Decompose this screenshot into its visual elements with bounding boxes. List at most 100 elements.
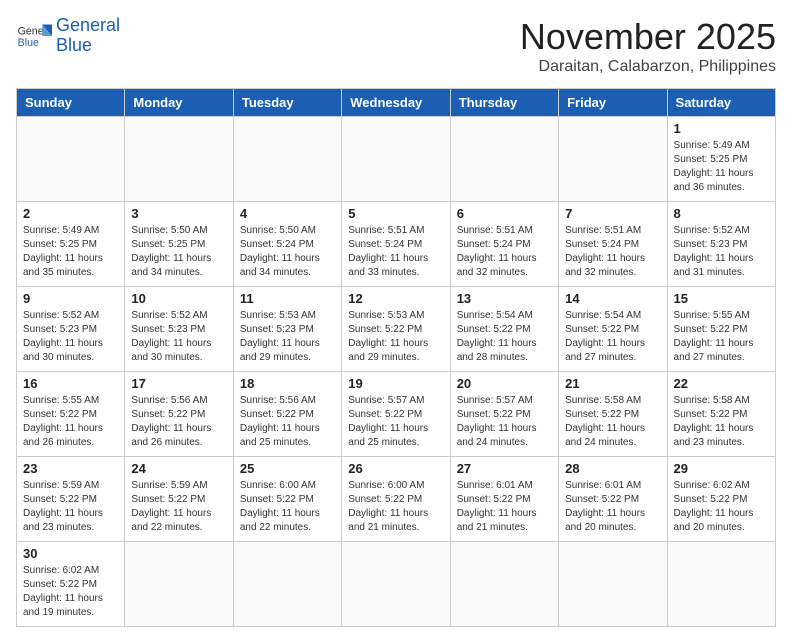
calendar-table: SundayMondayTuesdayWednesdayThursdayFrid… xyxy=(16,88,776,627)
day-number: 14 xyxy=(565,291,660,306)
weekday-header-row: SundayMondayTuesdayWednesdayThursdayFrid… xyxy=(17,89,776,117)
day-number: 5 xyxy=(348,206,443,221)
day-info: Sunrise: 5:50 AM Sunset: 5:24 PM Dayligh… xyxy=(240,224,335,280)
svg-text:Blue: Blue xyxy=(18,37,39,49)
logo-text: GeneralBlue xyxy=(56,16,120,56)
month-title: November 2025 xyxy=(520,16,776,58)
calendar-cell: 24 Sunrise: 5:59 AM Sunset: 5:22 PM Dayli… xyxy=(125,457,233,542)
calendar-cell: 19 Sunrise: 5:57 AM Sunset: 5:22 PM Dayli… xyxy=(342,372,450,457)
day-info: Sunrise: 5:54 AM Sunset: 5:22 PM Dayligh… xyxy=(565,309,660,365)
day-info: Sunrise: 5:58 AM Sunset: 5:22 PM Dayligh… xyxy=(674,394,769,450)
weekday-header-wednesday: Wednesday xyxy=(342,89,450,117)
day-number: 10 xyxy=(131,291,226,306)
calendar-cell xyxy=(667,542,775,627)
day-info: Sunrise: 5:53 AM Sunset: 5:23 PM Dayligh… xyxy=(240,309,335,365)
weekday-header-saturday: Saturday xyxy=(667,89,775,117)
logo: General Blue GeneralBlue xyxy=(16,16,120,56)
day-number: 28 xyxy=(565,461,660,476)
week-row-5: 23 Sunrise: 5:59 AM Sunset: 5:22 PM Dayli… xyxy=(17,457,776,542)
day-number: 6 xyxy=(457,206,552,221)
calendar-cell: 28 Sunrise: 6:01 AM Sunset: 5:22 PM Dayli… xyxy=(559,457,667,542)
weekday-header-sunday: Sunday xyxy=(17,89,125,117)
day-number: 21 xyxy=(565,376,660,391)
day-number: 23 xyxy=(23,461,118,476)
title-section: November 2025 Daraitan, Calabarzon, Phil… xyxy=(520,16,776,76)
day-info: Sunrise: 5:50 AM Sunset: 5:25 PM Dayligh… xyxy=(131,224,226,280)
day-info: Sunrise: 6:00 AM Sunset: 5:22 PM Dayligh… xyxy=(348,479,443,535)
day-info: Sunrise: 5:58 AM Sunset: 5:22 PM Dayligh… xyxy=(565,394,660,450)
day-number: 30 xyxy=(23,546,118,561)
day-number: 11 xyxy=(240,291,335,306)
calendar-cell: 2Sunrise: 5:49 AM Sunset: 5:25 PM Daylig… xyxy=(17,202,125,287)
calendar-cell xyxy=(450,542,558,627)
day-number: 3 xyxy=(131,206,226,221)
day-number: 27 xyxy=(457,461,552,476)
calendar-cell xyxy=(125,542,233,627)
day-info: Sunrise: 5:57 AM Sunset: 5:22 PM Dayligh… xyxy=(457,394,552,450)
calendar-cell: 10 Sunrise: 5:52 AM Sunset: 5:23 PM Dayli… xyxy=(125,287,233,372)
day-info: Sunrise: 5:59 AM Sunset: 5:22 PM Dayligh… xyxy=(23,479,118,535)
weekday-header-thursday: Thursday xyxy=(450,89,558,117)
week-row-4: 16 Sunrise: 5:55 AM Sunset: 5:22 PM Dayli… xyxy=(17,372,776,457)
week-row-6: 30Sunrise: 6:02 AM Sunset: 5:22 PM Dayli… xyxy=(17,542,776,627)
calendar-cell xyxy=(559,542,667,627)
calendar-cell: 22 Sunrise: 5:58 AM Sunset: 5:22 PM Dayli… xyxy=(667,372,775,457)
calendar-cell: 16 Sunrise: 5:55 AM Sunset: 5:22 PM Dayli… xyxy=(17,372,125,457)
calendar-cell: 3 Sunrise: 5:50 AM Sunset: 5:25 PM Daylig… xyxy=(125,202,233,287)
day-info: Sunrise: 5:54 AM Sunset: 5:22 PM Dayligh… xyxy=(457,309,552,365)
day-number: 4 xyxy=(240,206,335,221)
day-info: Sunrise: 5:52 AM Sunset: 5:23 PM Dayligh… xyxy=(674,224,769,280)
day-number: 22 xyxy=(674,376,769,391)
calendar-cell xyxy=(450,117,558,202)
calendar-cell: 8Sunrise: 5:52 AM Sunset: 5:23 PM Daylig… xyxy=(667,202,775,287)
week-row-1: 1Sunrise: 5:49 AM Sunset: 5:25 PM Daylig… xyxy=(17,117,776,202)
day-number: 18 xyxy=(240,376,335,391)
calendar-cell: 17Sunrise: 5:56 AM Sunset: 5:22 PM Dayli… xyxy=(125,372,233,457)
calendar-cell: 5 Sunrise: 5:51 AM Sunset: 5:24 PM Daylig… xyxy=(342,202,450,287)
header: General Blue GeneralBlue November 2025 D… xyxy=(16,16,776,76)
calendar-cell: 20 Sunrise: 5:57 AM Sunset: 5:22 PM Dayli… xyxy=(450,372,558,457)
day-info: Sunrise: 5:59 AM Sunset: 5:22 PM Dayligh… xyxy=(131,479,226,535)
logo-icon: General Blue xyxy=(16,18,52,54)
day-number: 12 xyxy=(348,291,443,306)
day-number: 1 xyxy=(674,121,769,136)
calendar-cell: 14 Sunrise: 5:54 AM Sunset: 5:22 PM Dayli… xyxy=(559,287,667,372)
day-info: Sunrise: 6:01 AM Sunset: 5:22 PM Dayligh… xyxy=(565,479,660,535)
calendar-cell xyxy=(17,117,125,202)
day-info: Sunrise: 5:56 AM Sunset: 5:22 PM Dayligh… xyxy=(240,394,335,450)
calendar-cell: 29Sunrise: 6:02 AM Sunset: 5:22 PM Dayli… xyxy=(667,457,775,542)
day-info: Sunrise: 5:52 AM Sunset: 5:23 PM Dayligh… xyxy=(131,309,226,365)
calendar-cell: 7Sunrise: 5:51 AM Sunset: 5:24 PM Daylig… xyxy=(559,202,667,287)
day-info: Sunrise: 6:02 AM Sunset: 5:22 PM Dayligh… xyxy=(674,479,769,535)
weekday-header-friday: Friday xyxy=(559,89,667,117)
calendar-cell xyxy=(559,117,667,202)
day-info: Sunrise: 5:57 AM Sunset: 5:22 PM Dayligh… xyxy=(348,394,443,450)
day-info: Sunrise: 5:51 AM Sunset: 5:24 PM Dayligh… xyxy=(457,224,552,280)
day-info: Sunrise: 5:51 AM Sunset: 5:24 PM Dayligh… xyxy=(348,224,443,280)
day-number: 19 xyxy=(348,376,443,391)
calendar-cell: 18 Sunrise: 5:56 AM Sunset: 5:22 PM Dayli… xyxy=(233,372,341,457)
day-number: 16 xyxy=(23,376,118,391)
calendar-cell xyxy=(125,117,233,202)
day-number: 25 xyxy=(240,461,335,476)
location-title: Daraitan, Calabarzon, Philippines xyxy=(520,58,776,76)
weekday-header-tuesday: Tuesday xyxy=(233,89,341,117)
day-number: 20 xyxy=(457,376,552,391)
day-number: 24 xyxy=(131,461,226,476)
day-number: 13 xyxy=(457,291,552,306)
calendar-cell: 21 Sunrise: 5:58 AM Sunset: 5:22 PM Dayli… xyxy=(559,372,667,457)
day-info: Sunrise: 5:52 AM Sunset: 5:23 PM Dayligh… xyxy=(23,309,118,365)
calendar-cell: 6 Sunrise: 5:51 AM Sunset: 5:24 PM Daylig… xyxy=(450,202,558,287)
day-info: Sunrise: 5:49 AM Sunset: 5:25 PM Dayligh… xyxy=(23,224,118,280)
calendar-cell xyxy=(342,117,450,202)
calendar-cell: 1Sunrise: 5:49 AM Sunset: 5:25 PM Daylig… xyxy=(667,117,775,202)
calendar-cell xyxy=(233,542,341,627)
day-info: Sunrise: 6:01 AM Sunset: 5:22 PM Dayligh… xyxy=(457,479,552,535)
calendar-cell: 15Sunrise: 5:55 AM Sunset: 5:22 PM Dayli… xyxy=(667,287,775,372)
day-number: 17 xyxy=(131,376,226,391)
day-info: Sunrise: 6:00 AM Sunset: 5:22 PM Dayligh… xyxy=(240,479,335,535)
calendar-cell: 30Sunrise: 6:02 AM Sunset: 5:22 PM Dayli… xyxy=(17,542,125,627)
week-row-3: 9Sunrise: 5:52 AM Sunset: 5:23 PM Daylig… xyxy=(17,287,776,372)
day-info: Sunrise: 5:51 AM Sunset: 5:24 PM Dayligh… xyxy=(565,224,660,280)
day-info: Sunrise: 5:55 AM Sunset: 5:22 PM Dayligh… xyxy=(23,394,118,450)
